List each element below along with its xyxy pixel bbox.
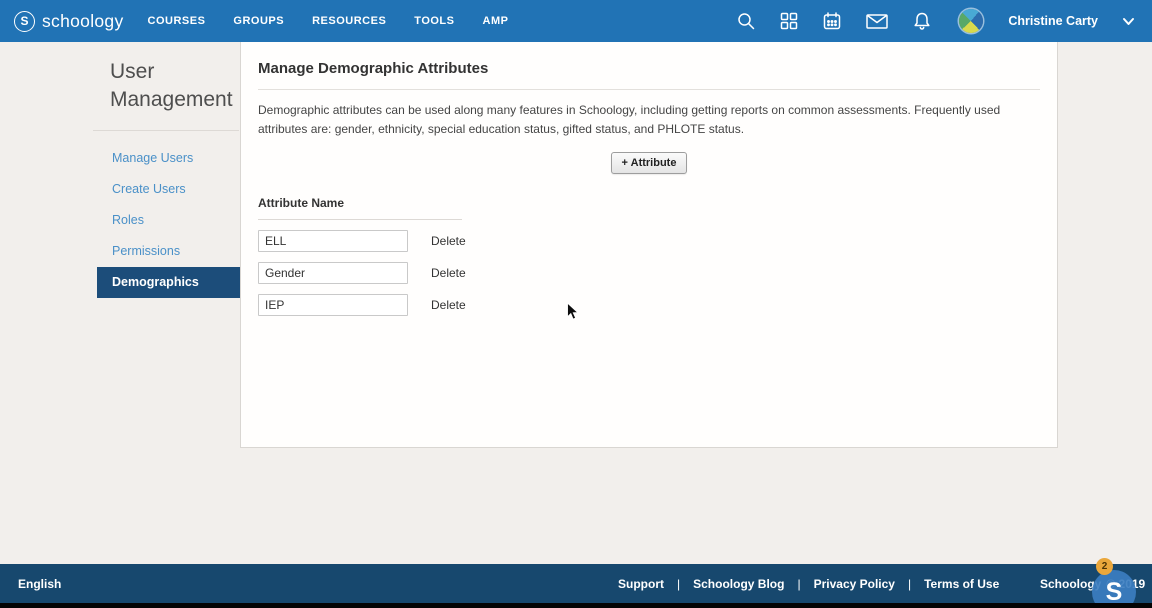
add-attribute-row: + Attribute bbox=[258, 152, 1040, 174]
user-name[interactable]: Christine Carty bbox=[1008, 14, 1098, 28]
delete-link-gender[interactable]: Delete bbox=[431, 266, 466, 280]
add-attribute-button[interactable]: + Attribute bbox=[611, 152, 688, 174]
top-navbar: S schoology COURSES GROUPS RESOURCES TOO… bbox=[0, 0, 1152, 42]
page-description: Demographic attributes can be used along… bbox=[258, 101, 1040, 139]
bell-icon[interactable] bbox=[912, 11, 932, 31]
manage-demographics-panel: Manage Demographic Attributes Demographi… bbox=[240, 42, 1058, 448]
sidebar-item-create-users[interactable]: Create Users bbox=[112, 174, 240, 205]
delete-link-iep[interactable]: Delete bbox=[431, 298, 466, 312]
attribute-header-divider bbox=[258, 219, 462, 220]
schoology-logo-icon: S bbox=[14, 11, 35, 32]
primary-nav: COURSES GROUPS RESOURCES TOOLS AMP bbox=[148, 15, 509, 27]
user-avatar[interactable] bbox=[959, 9, 983, 33]
language-selector[interactable]: English bbox=[18, 577, 61, 591]
attribute-input-ell[interactable] bbox=[258, 230, 408, 252]
footer-link-schoology-blog[interactable]: Schoology Blog bbox=[693, 577, 784, 591]
user-management-sidebar: User Management Manage Users Create User… bbox=[0, 42, 240, 564]
navbar-right-controls: Christine Carty bbox=[736, 9, 1136, 33]
workspace: User Management Manage Users Create User… bbox=[0, 42, 1152, 564]
footer-link-privacy-policy[interactable]: Privacy Policy bbox=[814, 577, 895, 591]
footer-separator: | bbox=[664, 577, 693, 591]
schoology-logo[interactable]: S schoology bbox=[14, 11, 124, 32]
schoology-wordmark: schoology bbox=[42, 11, 124, 32]
footer-separator: | bbox=[895, 577, 924, 591]
nav-item-courses[interactable]: COURSES bbox=[148, 15, 206, 27]
footer-link-terms-of-use[interactable]: Terms of Use bbox=[924, 577, 999, 591]
search-icon[interactable] bbox=[736, 11, 756, 31]
sidebar-item-demographics[interactable]: Demographics bbox=[97, 267, 240, 298]
footer-links: Support | Schoology Blog | Privacy Polic… bbox=[618, 577, 999, 591]
calendar-icon[interactable] bbox=[822, 11, 842, 31]
sidebar-item-permissions[interactable]: Permissions bbox=[112, 236, 240, 267]
sidebar-item-roles[interactable]: Roles bbox=[112, 205, 240, 236]
attribute-input-iep[interactable] bbox=[258, 294, 408, 316]
chevron-down-icon[interactable] bbox=[1121, 14, 1136, 29]
nav-item-tools[interactable]: TOOLS bbox=[414, 15, 454, 27]
footer-link-support[interactable]: Support bbox=[618, 577, 664, 591]
page-title: Manage Demographic Attributes bbox=[258, 60, 1040, 77]
sidebar-item-manage-users[interactable]: Manage Users bbox=[112, 143, 240, 174]
attribute-row: Delete bbox=[258, 294, 1040, 316]
attribute-name-header: Attribute Name bbox=[258, 196, 1040, 210]
sidebar-nav: Manage Users Create Users Roles Permissi… bbox=[0, 143, 240, 298]
nav-item-groups[interactable]: GROUPS bbox=[233, 15, 284, 27]
sidebar-title: User Management bbox=[110, 58, 242, 114]
bottom-strip bbox=[0, 603, 1152, 608]
apps-grid-icon[interactable] bbox=[779, 11, 799, 31]
footer-separator: | bbox=[784, 577, 813, 591]
attribute-row: Delete bbox=[258, 230, 1040, 252]
nav-item-resources[interactable]: RESOURCES bbox=[312, 15, 386, 27]
mail-icon[interactable] bbox=[865, 11, 889, 31]
attribute-row: Delete bbox=[258, 262, 1040, 284]
notification-badge: 2 bbox=[1096, 558, 1113, 575]
footer: English Support | Schoology Blog | Priva… bbox=[0, 564, 1152, 608]
nav-item-amp[interactable]: AMP bbox=[483, 15, 509, 27]
title-divider bbox=[258, 89, 1040, 90]
attribute-input-gender[interactable] bbox=[258, 262, 408, 284]
sidebar-divider bbox=[93, 130, 239, 131]
delete-link-ell[interactable]: Delete bbox=[431, 234, 466, 248]
